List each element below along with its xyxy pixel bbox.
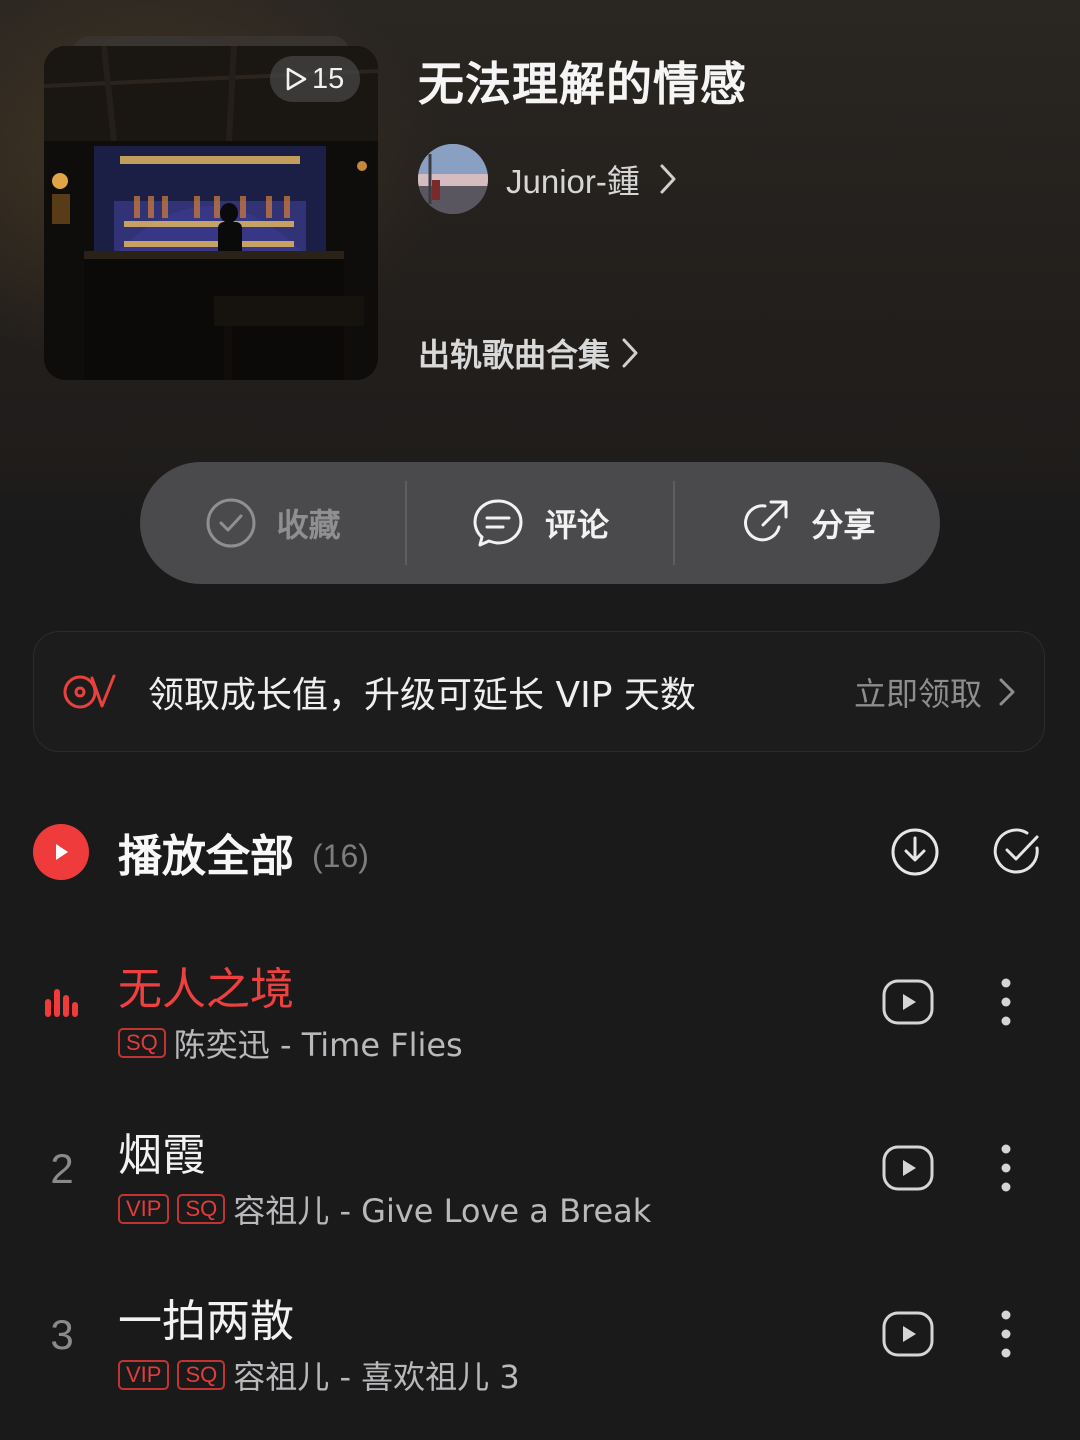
collection-link[interactable]: 出轨歌曲合集	[418, 330, 640, 376]
song-artist-album: 容祖儿 - Give Love a Break	[233, 1192, 652, 1230]
action-bar: 收藏 评论 分享	[140, 462, 940, 584]
song-count: (16)	[312, 837, 369, 874]
vip-badge: VIP	[118, 1360, 170, 1390]
creator-avatar[interactable]	[418, 144, 488, 214]
more-icon[interactable]	[995, 1143, 1017, 1193]
song-row[interactable]: 2 烟霞 VIP SQ 容祖儿 - Give Love a Break	[0, 1119, 1080, 1269]
song-title: 无人之境	[118, 964, 294, 1015]
song-title: 烟霞	[118, 1130, 206, 1181]
claim-label: 立即领取	[853, 674, 982, 713]
song-index: 2	[50, 1145, 74, 1192]
mv-play-icon[interactable]	[882, 1311, 934, 1357]
check-circle-icon	[206, 498, 256, 548]
play-all-label: 播放全部	[118, 831, 294, 882]
claim-button[interactable]: 立即领取	[854, 669, 1016, 715]
mv-play-icon[interactable]	[882, 979, 934, 1025]
mv-play-icon[interactable]	[882, 1145, 934, 1191]
chevron-right-icon	[660, 164, 676, 194]
play-icon	[56, 844, 68, 860]
song-meta: SQ 陈奕迅 - Time Flies	[118, 1023, 463, 1064]
download-icon[interactable]	[889, 826, 941, 878]
share-button[interactable]: 分享	[675, 462, 940, 584]
play-all-row[interactable]: 播放全部 (16)	[33, 812, 1043, 892]
sq-badge: SQ	[118, 1028, 166, 1058]
collect-button[interactable]: 收藏	[140, 462, 405, 584]
more-icon[interactable]	[995, 977, 1017, 1027]
creator-link[interactable]: Junior-鍾	[418, 144, 678, 214]
comment-label: 评论	[544, 506, 609, 544]
playlist-title: 无法理解的情感	[418, 57, 747, 111]
vip-badge: VIP	[118, 1194, 170, 1224]
chevron-right-icon	[999, 678, 1015, 705]
song-artist-album: 容祖儿 - 喜欢祖儿 3	[233, 1358, 520, 1396]
sq-badge: SQ	[177, 1360, 226, 1390]
collect-label: 收藏	[276, 506, 341, 544]
song-title: 一拍两散	[118, 1296, 294, 1347]
avatar-image	[418, 144, 488, 214]
song-row[interactable]: 无人之境 SQ 陈奕迅 - Time Flies	[0, 953, 1080, 1103]
vip-logo-icon	[63, 674, 116, 708]
vip-banner-text: 领取成长值，升级可延长 VIP 天数	[148, 674, 696, 716]
song-index: 3	[50, 1311, 74, 1358]
multi-select-icon[interactable]	[991, 826, 1043, 878]
sq-badge: SQ	[177, 1194, 226, 1224]
now-playing-icon	[45, 989, 78, 1017]
chevron-right-icon	[622, 338, 638, 368]
song-row[interactable]: 3 一拍两散 VIP SQ 容祖儿 - 喜欢祖儿 3	[0, 1285, 1080, 1435]
vip-growth-banner[interactable]: 领取成长值，升级可延长 VIP 天数 立即领取	[33, 631, 1045, 752]
play-count-badge: 15	[270, 56, 361, 102]
more-icon[interactable]	[995, 1309, 1017, 1359]
play-count-value: 15	[312, 62, 345, 95]
song-artist-album: 陈奕迅 - Time Flies	[173, 1026, 463, 1064]
play-outline-icon	[286, 67, 307, 91]
creator-name: Junior-鍾	[506, 163, 640, 200]
share-label: 分享	[811, 506, 876, 544]
share-icon	[744, 500, 788, 542]
collection-label: 出轨歌曲合集	[418, 336, 611, 374]
song-meta: VIP SQ 容祖儿 - Give Love a Break	[118, 1189, 652, 1230]
song-meta: VIP SQ 容祖儿 - 喜欢祖儿 3	[118, 1355, 520, 1396]
play-all-button[interactable]	[33, 824, 89, 880]
comment-button[interactable]: 评论	[407, 462, 672, 584]
comment-icon	[473, 499, 523, 547]
